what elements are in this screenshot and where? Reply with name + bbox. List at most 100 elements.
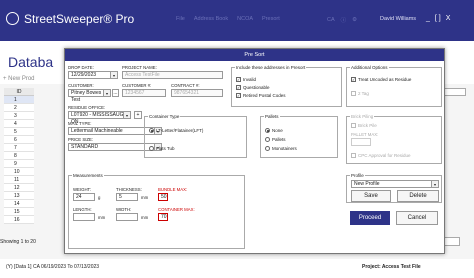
app-logo-icon [6, 12, 19, 25]
length-unit: mm [98, 215, 106, 220]
width-label: WIDTH: [116, 207, 132, 212]
pallets-group: Pallets None Pallets Monotainers [260, 114, 338, 158]
table-row[interactable]: 11 [4, 176, 34, 184]
container-type-group: Container Type LT-Letter/Flatainer(LFT) … [144, 114, 247, 158]
new-project-button[interactable]: + New Prod [3, 76, 35, 82]
customer-label: CUSTOMER: [68, 83, 94, 88]
two-tag-checkbox[interactable]: 2 Tag [351, 91, 369, 96]
chevron-down-icon[interactable]: ▾ [103, 90, 110, 96]
pallets-monotainers-radio[interactable]: Monotainers [265, 146, 297, 151]
radio-selected-icon [149, 128, 154, 133]
bundle-max-field[interactable]: 50 [158, 193, 168, 201]
minimize-button[interactable]: _ [426, 15, 430, 22]
checkbox-checked-icon: ✓ [236, 85, 241, 90]
table-row[interactable]: 1 [4, 96, 34, 104]
table-row[interactable]: 5 [4, 128, 34, 136]
window-controls: _ [ ] X [426, 15, 450, 22]
proceed-button[interactable]: Proceed [350, 211, 390, 225]
menu-ncoa[interactable]: NCOA [237, 16, 253, 22]
table-row[interactable]: 10 [4, 168, 34, 176]
residue-office-add-button[interactable]: + [134, 111, 142, 119]
length-label: LENGTH: [73, 207, 92, 212]
menu-address-book[interactable]: Address Book [194, 16, 228, 22]
checkbox-unchecked-icon [351, 153, 356, 158]
radio-selected-icon [265, 128, 270, 133]
status-area: CA ⓘ ⚙ [327, 16, 357, 24]
footer-project: Project: Access Test File [362, 264, 421, 270]
weight-unit: g [98, 195, 101, 200]
table-row[interactable]: 9 [4, 160, 34, 168]
customer-add-button[interactable]: ... [112, 89, 119, 97]
container-flats-tub-radio[interactable]: Flats Tub [149, 146, 175, 151]
include-addresses-title: Include these addresses in Presort [235, 65, 307, 70]
container-lft-radio[interactable]: LT-Letter/Flatainer(LFT) [149, 128, 203, 133]
table-row[interactable]: 7 [4, 144, 34, 152]
page-title: Databa [8, 54, 54, 70]
table-row[interactable]: 6 [4, 136, 34, 144]
checkbox-checked-icon: ✓ [236, 77, 241, 82]
thickness-label: THICKNESS: [116, 187, 142, 192]
profile-select[interactable]: New Profile ▾ [351, 180, 439, 188]
delete-profile-button[interactable]: Delete [397, 190, 439, 202]
contract-field[interactable]: 987654321 [171, 89, 223, 97]
table-row[interactable]: 2 [4, 104, 34, 112]
length-field[interactable] [73, 213, 95, 221]
bundle-max-label: BUNDLE MAX: [158, 187, 188, 192]
chevron-down-icon[interactable]: ▾ [431, 181, 438, 187]
cancel-button[interactable]: Cancel [396, 211, 438, 225]
width-field[interactable] [116, 213, 138, 221]
settings-icon[interactable]: ⚙ [352, 17, 357, 23]
table-row[interactable]: 15 [4, 208, 34, 216]
include-invalid-checkbox[interactable]: ✓ Invalid [236, 77, 256, 82]
residue-office-select[interactable]: L0T920 - MISSISSAUGA ON ▾ [68, 111, 131, 125]
weight-label: WEIGHT: [73, 187, 91, 192]
menu-file[interactable]: File [176, 16, 185, 22]
weight-field[interactable]: 24 [73, 193, 95, 201]
thickness-field[interactable]: 5 [116, 193, 138, 201]
pallets-none-radio[interactable]: None [265, 128, 283, 133]
measurements-group: Measurements WEIGHT: 24 g THICKNESS: 5 m… [68, 173, 245, 249]
profile-group: Profile New Profile ▾ Save Delete [346, 173, 442, 203]
measurements-title: Measurements [72, 173, 104, 178]
customer-no-field[interactable]: 1234567 [122, 89, 166, 97]
dialog-title: Pre Sort [65, 49, 444, 61]
grid-table: ID 1 2 3 4 5 6 7 8 9 10 11 12 13 14 15 1… [4, 88, 34, 224]
include-retired-checkbox[interactable]: ✓ Retired Postal Codes [236, 93, 286, 98]
chevron-down-icon[interactable]: ▾ [123, 112, 130, 118]
menu-presort[interactable]: Presort [262, 16, 280, 22]
table-row[interactable]: 14 [4, 200, 34, 208]
radio-empty-icon [265, 137, 270, 142]
user-name[interactable]: David Williams [380, 16, 416, 22]
calendar-dropdown-icon[interactable]: ▾ [110, 72, 117, 78]
table-row[interactable]: 8 [4, 152, 34, 160]
row-count-text: Showing 1 to 20 [0, 239, 36, 245]
customer-select[interactable]: Pitney Bowes Test ▾ [68, 89, 111, 103]
app-name: StreetSweeper® Pro [24, 12, 135, 26]
table-row[interactable]: 16 [4, 216, 34, 224]
save-profile-button[interactable]: Save [351, 190, 391, 202]
include-questionable-checkbox[interactable]: ✓ Questionable [236, 85, 270, 90]
checkbox-unchecked-icon [351, 123, 356, 128]
brick-pile-checkbox[interactable]: Brick Pile [351, 123, 377, 128]
help-icon[interactable]: ⓘ [341, 16, 347, 24]
pallet-max-label: PALLET MAX: [351, 132, 379, 137]
close-button[interactable]: X [446, 15, 451, 22]
checkbox-checked-icon: ✓ [236, 93, 241, 98]
table-row[interactable]: 3 [4, 112, 34, 120]
pallet-max-field[interactable] [351, 138, 371, 146]
table-row[interactable]: 13 [4, 192, 34, 200]
project-name-label: PROJECT NAME: [122, 65, 157, 70]
cpc-approval-checkbox[interactable]: CPC Approval for Residue [351, 153, 411, 158]
project-name-field[interactable]: Access TestFile [122, 71, 223, 79]
treat-uncoded-checkbox[interactable]: ✓ Treat Uncoded as Residue [351, 77, 411, 82]
table-row[interactable]: 12 [4, 184, 34, 192]
maximize-button[interactable]: [ ] [435, 15, 441, 22]
residue-office-label: RESIDUE OFFICE: [68, 105, 106, 110]
column-header-id[interactable]: ID [4, 88, 34, 96]
container-max-field[interactable]: 70 [158, 213, 168, 221]
table-row[interactable]: 4 [4, 120, 34, 128]
drop-date-field[interactable]: 12/29/2023 ▾ [68, 71, 118, 79]
profile-title: Profile [350, 173, 365, 178]
pallets-pallets-radio[interactable]: Pallets [265, 137, 286, 142]
customer-no-label: CUSTOMER #: [122, 83, 152, 88]
